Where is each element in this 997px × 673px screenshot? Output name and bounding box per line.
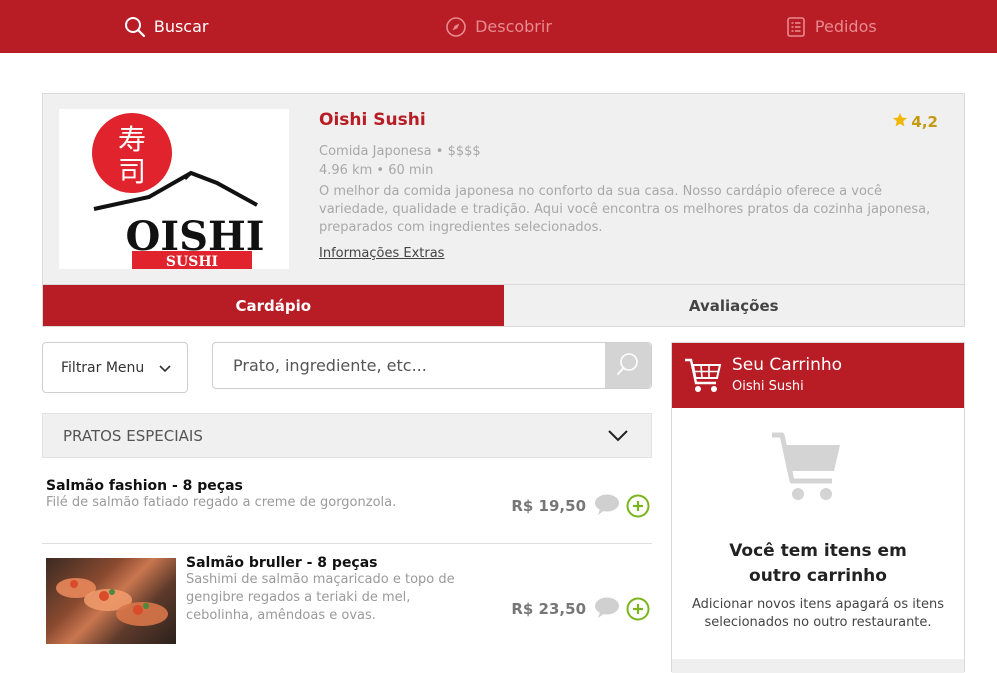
restaurant-distance-time: 4.96 km • 60 min (319, 163, 434, 178)
menu-item-description: Sashimi de salmão maçaricado e topo de g… (186, 572, 455, 623)
cart-submessage: Adicionar novos itens apagará os itens s… (692, 597, 944, 630)
restaurant-logo: 寿 司 OISHI SUSHI (59, 109, 289, 270)
receipt-icon (785, 16, 807, 38)
menu-item-name: Salmão fashion - 8 peças (46, 478, 243, 494)
search-icon (615, 351, 641, 381)
cart-restaurant: Oishi Sushi (732, 379, 804, 394)
svg-text:司: 司 (118, 155, 146, 188)
cart-panel: Seu Carrinho Oishi Sushi Você tem itens … (671, 342, 965, 673)
menu-item-name: Salmão bruller - 8 peças (186, 555, 378, 571)
add-item-button[interactable] (626, 597, 650, 625)
filter-menu-dropdown[interactable]: Filtrar Menu (42, 342, 188, 393)
rating: 4,2 (892, 112, 938, 132)
svg-text:SUSHI: SUSHI (166, 254, 218, 269)
chevron-down-icon (159, 361, 171, 377)
nav-item-buscar[interactable]: Buscar (0, 0, 332, 53)
comment-icon[interactable] (594, 494, 620, 520)
menu-item-price: R$ 19,50 (511, 497, 586, 515)
cart-footer (672, 659, 964, 673)
search-box (212, 342, 652, 389)
menu-item-photo (46, 558, 176, 644)
menu-item-description: Filé de salmão fatiado regado a creme de… (46, 495, 397, 510)
compass-icon (445, 16, 467, 38)
nav-item-label: Descobrir (475, 17, 552, 36)
category-header[interactable]: PRATOS ESPECIAIS (42, 413, 652, 458)
cart-message-text: Você tem itens em outro carrinho (729, 541, 907, 586)
search-icon (124, 16, 146, 38)
category-title: PRATOS ESPECIAIS (63, 426, 203, 445)
menu-item-price: R$ 23,50 (511, 600, 586, 618)
cart-header: Seu Carrinho Oishi Sushi (672, 343, 964, 408)
svg-text:寿: 寿 (118, 123, 146, 156)
search-button[interactable] (605, 343, 651, 388)
search-input[interactable] (213, 343, 606, 388)
chevron-down-icon (607, 429, 629, 447)
restaurant-description: O melhor da comida japonesa no conforto … (319, 184, 931, 235)
extra-info-link[interactable]: Informações Extras (319, 246, 444, 261)
rating-value: 4,2 (911, 113, 938, 131)
tab-cardapio[interactable]: Cardápio (43, 285, 504, 326)
star-icon (892, 112, 908, 132)
cart-title: Seu Carrinho (732, 355, 843, 375)
nav-item-label: Buscar (153, 17, 209, 36)
restaurant-tabs: Cardápio Avaliações (42, 285, 965, 327)
top-navigation: Buscar Descobrir Pedidos (0, 0, 997, 53)
nav-item-label: Pedidos (814, 17, 877, 36)
cart-icon (684, 355, 722, 399)
add-item-button[interactable] (626, 494, 650, 522)
nav-item-descobrir[interactable]: Descobrir (332, 0, 664, 53)
restaurant-meta: Comida Japonesa • $$$$ 4.96 km • 60 min (319, 142, 481, 180)
empty-cart-icon (770, 431, 842, 507)
comment-icon[interactable] (594, 597, 620, 623)
menu-item[interactable]: Salmão bruller - 8 peças Sashimi de salm… (42, 553, 652, 653)
restaurant-card: 寿 司 OISHI SUSHI Oishi Sushi 4,2 Comida J… (42, 93, 965, 285)
tab-avaliacoes[interactable]: Avaliações (503, 285, 964, 326)
nav-item-pedidos[interactable]: Pedidos (665, 0, 997, 53)
filter-menu-label: Filtrar Menu (61, 359, 145, 376)
restaurant-name: Oishi Sushi (319, 110, 426, 130)
cart-message: Você tem itens em outro carrinho (672, 539, 964, 589)
restaurant-category: Comida Japonesa • $$$$ (319, 144, 481, 159)
menu-item[interactable]: Salmão fashion - 8 peças Filé de salmão … (42, 478, 652, 544)
